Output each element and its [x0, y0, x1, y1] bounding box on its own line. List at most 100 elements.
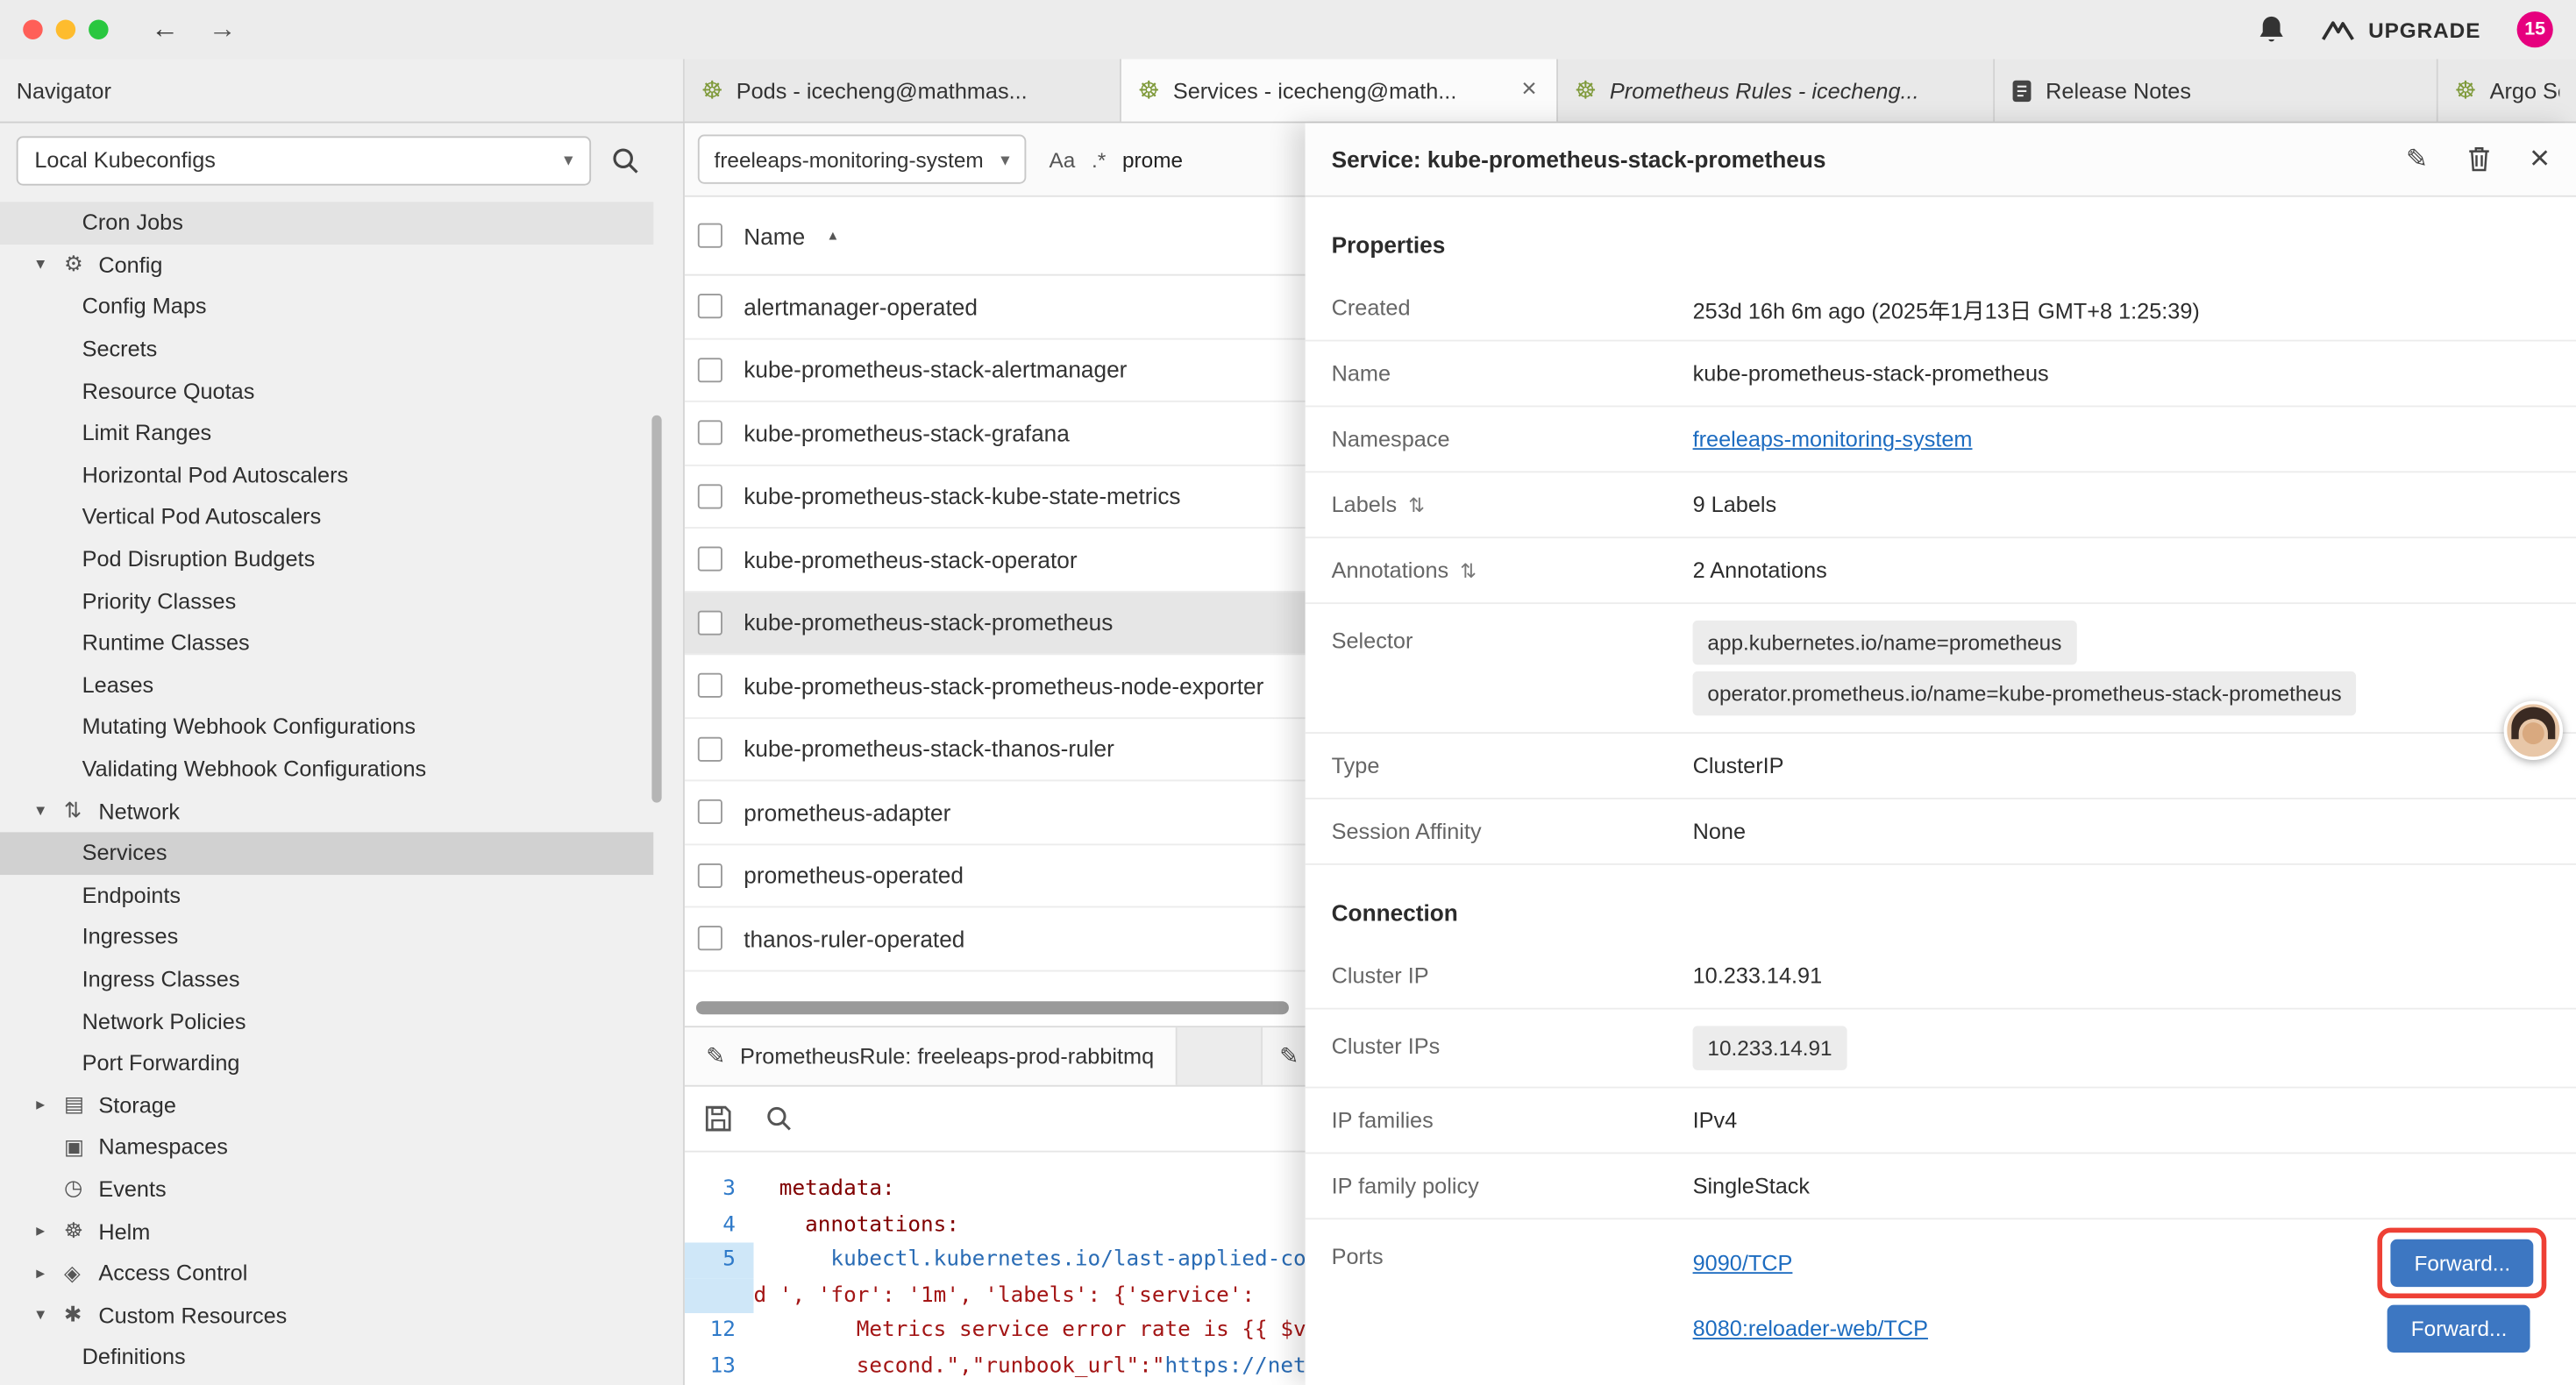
row-checkbox[interactable]	[698, 421, 722, 445]
row-checkbox[interactable]	[698, 736, 722, 761]
delete-trash-icon[interactable]	[2467, 146, 2490, 173]
back-arrow-icon[interactable]: ←	[151, 13, 179, 46]
table-row-prometheus-operated[interactable]: prometheus-operated	[685, 844, 1306, 907]
sidebar-item-access-control[interactable]: ▸◈Access Control	[0, 1252, 653, 1294]
table-row-kube-prometheus-stack-grafana[interactable]: kube-prometheus-stack-grafana	[685, 402, 1306, 465]
sidebar-item-limit-ranges[interactable]: Limit Ranges	[0, 412, 653, 454]
table-row-kube-prometheus-stack-alertmanager[interactable]: kube-prometheus-stack-alertmanager	[685, 339, 1306, 402]
sidebar-item-events[interactable]: ◷Events	[0, 1168, 653, 1211]
table-row-prometheus-adapter[interactable]: prometheus-adapter	[685, 781, 1306, 844]
table-row-kube-prometheus-stack-kube-state-metrics[interactable]: kube-prometheus-stack-kube-state-metrics	[685, 465, 1306, 529]
sidebar-item-storage[interactable]: ▸▤Storage	[0, 1084, 653, 1126]
traffic-light-minimize[interactable]	[56, 19, 75, 39]
match-case-toggle[interactable]: Aa	[1050, 147, 1076, 172]
user-avatar[interactable]	[2504, 701, 2563, 760]
sidebar-item-config-maps[interactable]: Config Maps	[0, 286, 653, 328]
sidebar-item-network-policies[interactable]: Network Policies	[0, 1000, 653, 1042]
forward-button[interactable]: Forward...	[2388, 1304, 2530, 1352]
notification-count-badge[interactable]: 15	[2517, 11, 2553, 47]
sidebar-item-ingresses[interactable]: Ingresses	[0, 916, 653, 958]
detail-row-name: Namekube-prometheus-stack-prometheus	[1306, 341, 2576, 407]
sidebar-item-config[interactable]: ▾⚙Config	[0, 244, 653, 286]
sidebar-item-runtime-classes[interactable]: Runtime Classes	[0, 622, 653, 664]
column-header-name[interactable]: Name	[744, 223, 805, 249]
sidebar-item-priority-classes[interactable]: Priority Classes	[0, 580, 653, 622]
regex-toggle[interactable]: .*	[1092, 147, 1106, 172]
sidebar-item-mutating-webhook-configurations[interactable]: Mutating Webhook Configurations	[0, 706, 653, 748]
save-icon[interactable]	[704, 1104, 732, 1133]
sidebar-item-secrets[interactable]: Secrets	[0, 328, 653, 370]
sidebar-item-horizontal-pod-autoscalers[interactable]: Horizontal Pod Autoscalers	[0, 454, 653, 496]
sidebar-item-port-forwarding[interactable]: Port Forwarding	[0, 1042, 653, 1084]
sort-toggle-icon[interactable]: ⇅	[1460, 559, 1477, 582]
row-checkbox[interactable]	[698, 484, 722, 508]
sidebar-item-label: Cron Jobs	[82, 210, 183, 235]
sidebar-item-network[interactable]: ▾⇅Network	[0, 790, 653, 832]
sidebar-scrollbar[interactable]	[651, 416, 661, 803]
sort-toggle-icon[interactable]: ⇅	[1408, 494, 1425, 516]
namespace-link[interactable]: freeleaps-monitoring-system	[1693, 427, 1973, 451]
kubeconfig-selector[interactable]: Local Kubeconfigs ▾	[17, 135, 591, 184]
close-icon[interactable]: ×	[2530, 139, 2550, 179]
table-row-alertmanager-operated[interactable]: alertmanager-operated	[685, 276, 1306, 339]
dock-tab-prometheusrule[interactable]: ✎ PrometheusRule: freeleaps-prod-rabbitm…	[685, 1027, 1177, 1085]
table-row-kube-prometheus-stack-prometheus[interactable]: kube-prometheus-stack-prometheus	[685, 592, 1306, 655]
upgrade-button[interactable]: UPGRADE	[2323, 18, 2481, 42]
sidebar-item-validating-webhook-configurations[interactable]: Validating Webhook Configurations	[0, 748, 653, 790]
tab-argo[interactable]: ☸Argo Se	[2438, 59, 2576, 121]
sidebar-item-pod-disruption-budgets[interactable]: Pod Disruption Budgets	[0, 538, 653, 580]
editor-line: 3 metadata:	[685, 1172, 1306, 1207]
row-checkbox[interactable]	[698, 547, 722, 572]
tab-services[interactable]: ☸Services - icecheng@math...×	[1121, 59, 1558, 121]
edit-pencil-icon[interactable]: ✎	[2406, 143, 2428, 175]
details-body: PropertiesCreated253d 16h 6m ago (2025年1…	[1306, 197, 2576, 1385]
notifications-bell-icon[interactable]	[2259, 15, 2287, 45]
kubernetes-icon: ☸	[1575, 78, 1597, 103]
sidebar-item-resource-quotas[interactable]: Resource Quotas	[0, 370, 653, 412]
table-row-thanos-ruler-operated[interactable]: thanos-ruler-operated	[685, 908, 1306, 971]
sidebar-search-icon[interactable]	[611, 146, 641, 175]
tab-release-notes[interactable]: Release Notes	[1995, 59, 2438, 121]
row-checkbox[interactable]	[698, 863, 722, 887]
port-link[interactable]: 9090/TCP	[1693, 1250, 1793, 1275]
port-link[interactable]: 8080:reloader-web/TCP	[1693, 1316, 1928, 1340]
sidebar-item-vertical-pod-autoscalers[interactable]: Vertical Pod Autoscalers	[0, 496, 653, 538]
tab-prometheus-rules[interactable]: ☸Prometheus Rules - icecheng...	[1558, 59, 1995, 121]
forward-button[interactable]: Forward...	[2391, 1239, 2533, 1286]
sidebar-item-custom-resources[interactable]: ▾✱Custom Resources	[0, 1294, 653, 1336]
horizontal-scrollbar[interactable]	[693, 999, 1297, 1016]
sidebar-item-helm[interactable]: ▸☸Helm	[0, 1211, 653, 1253]
sidebar-item-definitions[interactable]: Definitions	[0, 1336, 653, 1378]
forward-arrow-icon[interactable]: →	[209, 13, 237, 46]
table-row-kube-prometheus-stack-operator[interactable]: kube-prometheus-stack-operator	[685, 529, 1306, 592]
details-title: Service: kube-prometheus-stack-prometheu…	[1332, 146, 1826, 173]
row-checkbox[interactable]	[698, 927, 722, 951]
row-checkbox[interactable]	[698, 358, 722, 382]
dock-tab-next-partial[interactable]: ✎	[1262, 1027, 1306, 1085]
tab-pods[interactable]: ☸Pods - icecheng@mathmas...	[685, 59, 1121, 121]
close-tab-icon[interactable]: ×	[1518, 75, 1540, 105]
sidebar-item-ingress-classes[interactable]: Ingress Classes	[0, 958, 653, 1000]
sidebar-item-cron-jobs[interactable]: Cron Jobs	[0, 202, 653, 244]
line-number: 4	[685, 1207, 754, 1242]
row-checkbox[interactable]	[698, 295, 722, 319]
row-checkbox[interactable]	[698, 673, 722, 698]
traffic-light-close[interactable]	[23, 19, 42, 39]
sidebar-item-namespaces[interactable]: ▣Namespaces	[0, 1126, 653, 1168]
editor-search-icon[interactable]	[765, 1104, 793, 1133]
sidebar-item-leases[interactable]: Leases	[0, 664, 653, 706]
row-checkbox[interactable]	[698, 799, 722, 824]
search-input[interactable]: prome	[1122, 147, 1183, 172]
dock-panel: ✎ PrometheusRule: freeleaps-prod-rabbitm…	[685, 1026, 1306, 1385]
row-checkbox[interactable]	[698, 610, 722, 635]
sidebar-item-services[interactable]: Services	[0, 832, 653, 874]
sidebar-item-endpoints[interactable]: Endpoints	[0, 874, 653, 916]
table-row-kube-prometheus-stack-prometheus-node-exporter[interactable]: kube-prometheus-stack-prometheus-node-ex…	[685, 655, 1306, 718]
sidebar-item-label: Definitions	[82, 1345, 186, 1369]
editor-line: 5 kubectl.kubernetes.io/last-applied-co	[685, 1243, 1306, 1278]
traffic-light-zoom[interactable]	[89, 19, 108, 39]
namespace-filter-select[interactable]: freeleaps-monitoring-system ▾	[698, 135, 1027, 184]
select-all-checkbox[interactable]	[698, 224, 722, 248]
table-row-kube-prometheus-stack-thanos-ruler[interactable]: kube-prometheus-stack-thanos-ruler	[685, 718, 1306, 781]
yaml-editor[interactable]: 3 metadata:4 annotations:5 kubectl.kuber…	[685, 1153, 1306, 1385]
